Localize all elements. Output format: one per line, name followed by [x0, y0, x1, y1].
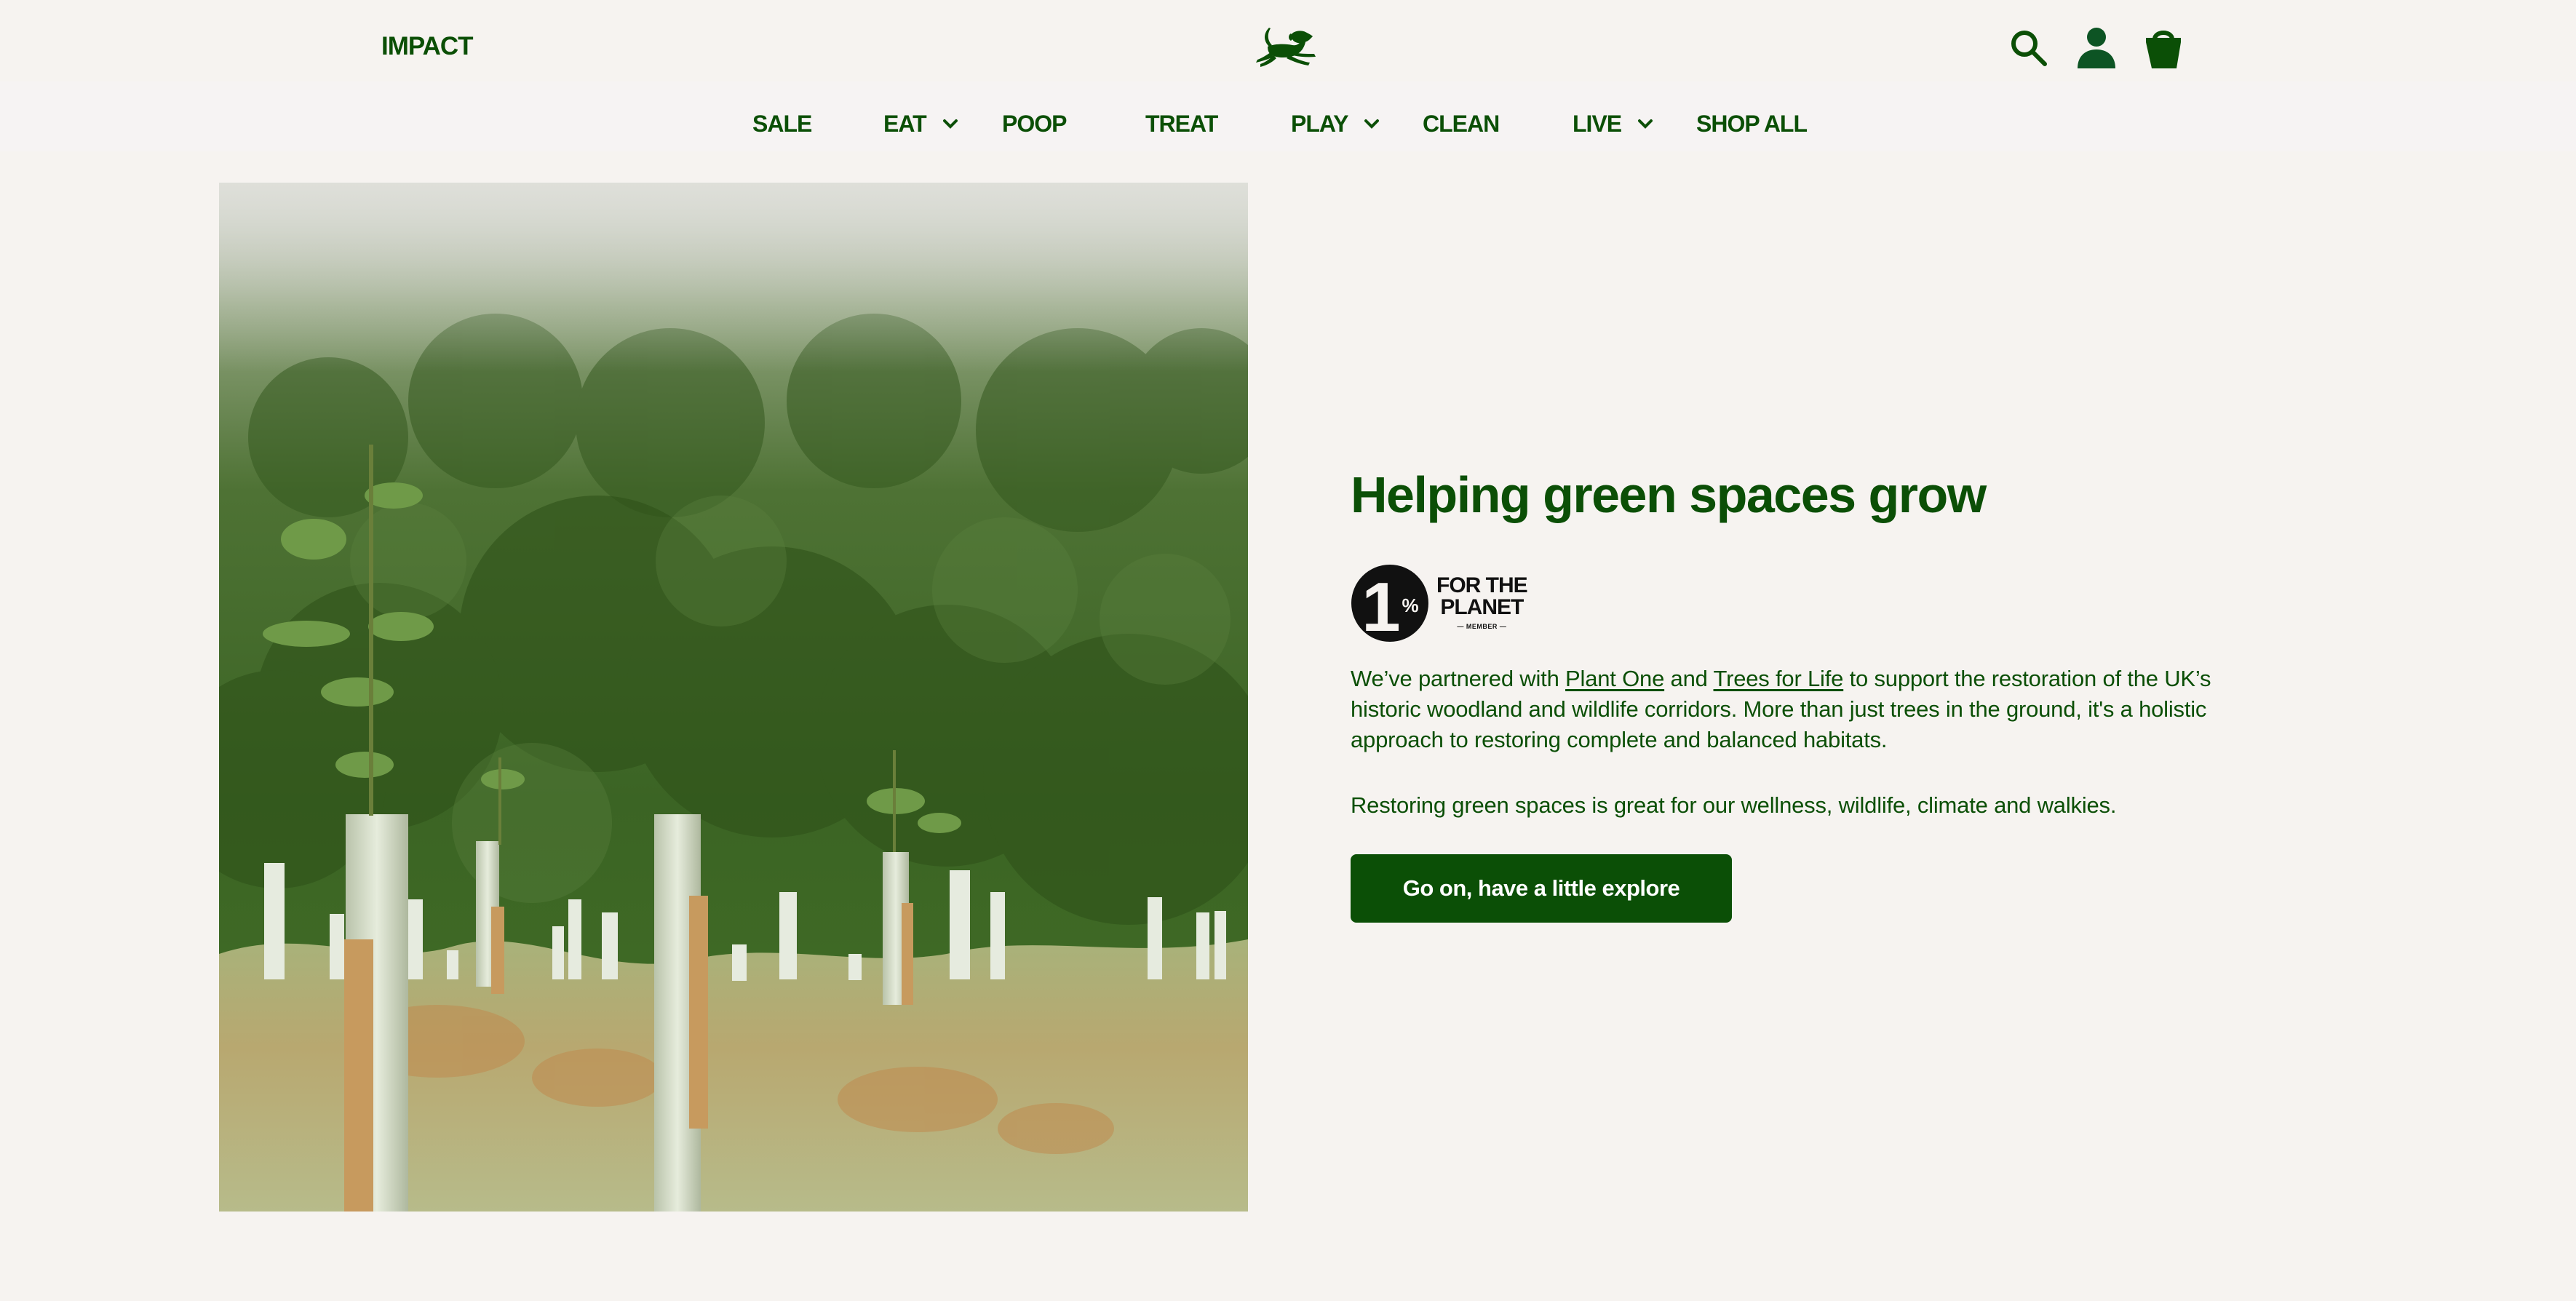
chevron-down-icon[interactable] — [942, 119, 958, 129]
nav-item-shop-all[interactable]: SHOP ALL — [1696, 109, 1808, 138]
badge-percent: % — [1402, 594, 1418, 616]
trees-for-life-link[interactable]: Trees for Life — [1714, 666, 1844, 691]
impact-section: Helping green spaces grow 1 % FOR THE PL… — [1351, 458, 2267, 923]
forest-sapling-photo — [219, 183, 1248, 1212]
running-dog-logo[interactable] — [1253, 23, 1326, 70]
partnership-paragraph: We’ve partnered with Plant One and Trees… — [1351, 664, 2267, 755]
nav-label: CLEAN — [1423, 111, 1500, 137]
badge-line2: PLANET — [1440, 595, 1524, 619]
nav-item-poop[interactable]: POOP — [1002, 109, 1067, 138]
badge-line3: — MEMBER — — [1457, 623, 1507, 630]
nav-item-sale[interactable]: SALE — [752, 109, 812, 138]
badge-number: 1 — [1361, 568, 1400, 642]
one-percent-for-the-planet-badge: 1 % FOR THE PLANET — MEMBER — — [1351, 563, 2267, 643]
search-button[interactable] — [2007, 26, 2051, 70]
one-percent-circle-icon: 1 % — [1351, 565, 1428, 642]
page: IMPACT SALE EAT POOP TREAT PLAY CLEAN LI… — [0, 0, 2576, 1301]
chevron-down-icon[interactable] — [1364, 119, 1380, 129]
chevron-down-icon[interactable] — [1637, 119, 1653, 129]
explore-button[interactable]: Go on, have a little explore — [1351, 854, 1732, 923]
hero-image — [219, 183, 1248, 1212]
para-text: and — [1664, 666, 1714, 691]
badge-line1: FOR THE — [1436, 573, 1528, 597]
dog-logo-icon — [1256, 28, 1316, 67]
nav-label: PLAY — [1291, 111, 1348, 137]
nav-item-eat[interactable]: EAT — [883, 109, 958, 138]
impact-link[interactable]: IMPACT — [381, 32, 474, 61]
benefits-paragraph: Restoring green spaces is great for our … — [1351, 792, 2117, 818]
account-icon — [2078, 28, 2115, 68]
nav-item-treat[interactable]: TREAT — [1145, 109, 1218, 138]
nav-label: EAT — [883, 111, 927, 137]
para-text: We’ve partnered with — [1351, 666, 1566, 691]
nav-label: LIVE — [1573, 111, 1622, 137]
nav-item-live[interactable]: LIVE — [1573, 109, 1653, 138]
nav-band — [0, 81, 2576, 151]
basket-icon — [2146, 31, 2181, 68]
basket-button[interactable] — [2142, 26, 2185, 70]
nav-label: SHOP ALL — [1696, 111, 1808, 137]
nav-label: POOP — [1002, 111, 1067, 137]
nav-label: TREAT — [1145, 111, 1218, 137]
account-button[interactable] — [2075, 26, 2118, 70]
section-title: Helping green spaces grow — [1351, 466, 1987, 523]
search-icon — [2011, 31, 2047, 66]
nav-label: SALE — [752, 111, 812, 137]
badge-wordmark: FOR THE PLANET — MEMBER — — [1436, 573, 1528, 632]
plant-one-link[interactable]: Plant One — [1565, 666, 1664, 691]
nav-item-clean[interactable]: CLEAN — [1423, 109, 1500, 138]
nav-item-play[interactable]: PLAY — [1291, 109, 1380, 138]
